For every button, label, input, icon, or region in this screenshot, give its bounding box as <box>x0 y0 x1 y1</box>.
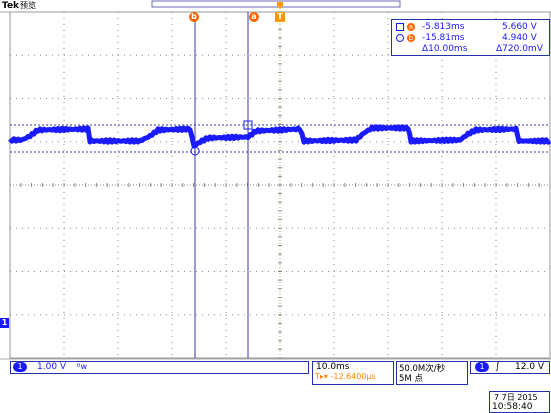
delta-voltage: Δ720.0mV <box>496 44 543 54</box>
channel-1-ground-marker[interactable]: 1 <box>0 318 9 328</box>
cursor-a-time: -5.813ms <box>422 22 465 32</box>
bandwidth-limit-icon: ᴮw <box>77 362 87 371</box>
cursor-a-voltage: 5.660 V <box>502 22 537 32</box>
clock-time: 10:58:40 <box>492 402 533 412</box>
trigger-marker[interactable]: T <box>275 12 285 22</box>
channel-1-scale: 1.00 V <box>37 362 67 372</box>
square-icon <box>396 22 404 31</box>
channel-1-waveform <box>8 124 551 149</box>
trigger-channel-badge: 1 <box>475 362 489 372</box>
acquisition-box[interactable]: 50.0M次/秒 5M 点 <box>396 361 468 385</box>
circle-icon <box>396 33 404 42</box>
datetime-box: 7 7日 2015 10:58:40 <box>489 391 550 413</box>
timebase: 10.0ms <box>316 362 350 372</box>
channel-1-scale-box[interactable]: 1 1.00 V ᴮw <box>10 361 309 374</box>
horizontal-box[interactable]: 10.0ms T▸▾ -12.6400µs <box>312 361 394 385</box>
trigger-position: T▸▾ -12.6400µs <box>315 372 376 381</box>
channel-1-badge: 1 <box>13 362 27 372</box>
record-length: 5M 点 <box>399 374 423 384</box>
brand-label: Tek预览 <box>2 1 37 11</box>
delta-time: Δ10.00ms <box>422 44 468 54</box>
mode-label: 预览 <box>20 1 37 10</box>
scope-display <box>0 0 551 360</box>
cursor-b-marker[interactable]: b <box>189 12 199 22</box>
cursor-b-badge: b <box>406 33 415 42</box>
trigger-box[interactable]: 1 ∫ 12.0 V <box>470 361 550 374</box>
trigger-level: 12.0 V <box>515 362 545 372</box>
cursor-b-voltage: 4.940 V <box>502 33 537 43</box>
cursor-readout: a -5.813ms 5.660 V b -15.81ms 4.940 V Δ1… <box>391 19 550 56</box>
trigger-slope-icon: ∫ <box>495 362 500 372</box>
cursor-a-badge: a <box>406 22 415 31</box>
cursor-b-time: -15.81ms <box>422 33 465 43</box>
cursor-a-marker[interactable]: a <box>249 12 259 22</box>
